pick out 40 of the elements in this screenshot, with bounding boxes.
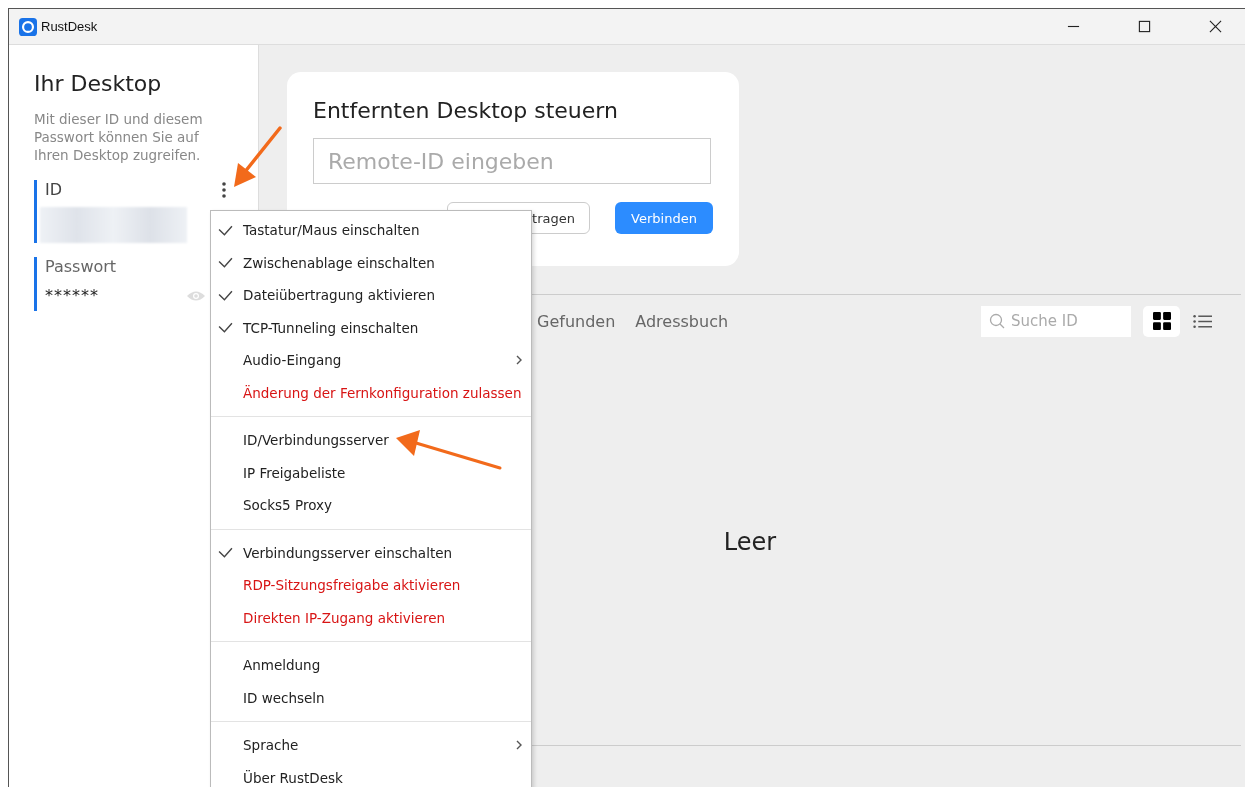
window-title: RustDesk (41, 19, 98, 34)
empty-state-text: Leer (723, 528, 777, 556)
remote-id-field[interactable]: Remote-ID eingeben (313, 138, 711, 184)
password-value: ****** (45, 286, 99, 305)
id-label: ID (45, 180, 63, 199)
menu-item[interactable]: Verbindungsserver einschalten (211, 536, 531, 569)
checkmark-icon (218, 257, 233, 269)
sidebar-description: Mit dieser ID und diesem Passwort können Sie auf Ihren Desktop zugreifen. (34, 110, 204, 164)
maximize-icon[interactable] (1138, 20, 1151, 33)
peer-tab[interactable]: Gefunden (529, 311, 624, 331)
grid-view-button[interactable] (1143, 305, 1180, 337)
peer-tab[interactable]: Adressbuch (627, 311, 737, 331)
menu-item[interactable]: Sprache (211, 729, 531, 762)
checkmark-icon (218, 547, 233, 559)
checkmark-icon (218, 322, 233, 334)
search-icon (989, 312, 1005, 329)
menu-item[interactable]: Dateiübertragung aktivieren (211, 279, 531, 312)
menu-item[interactable]: Audio-Eingang (211, 344, 531, 377)
menu-item[interactable]: Anmeldung (211, 649, 531, 682)
card-title: Entfernten Desktop steuern (313, 98, 619, 123)
menu-item[interactable]: Tastatur/Maus einschalten (211, 214, 531, 247)
sidebar-title: Ihr Desktop (34, 71, 163, 96)
chevron-right-icon (516, 355, 522, 366)
menu-item[interactable]: Über RustDesk (211, 761, 531, 787)
menu-item[interactable]: IP Freigabeliste (211, 456, 531, 489)
menu-item[interactable]: TCP-Tunneling einschalten (211, 311, 531, 344)
menu-item[interactable]: Socks5 Proxy (211, 489, 531, 522)
list-icon (1193, 313, 1212, 329)
search-field[interactable]: Suche ID (981, 305, 1131, 337)
checkmark-icon (218, 224, 233, 236)
checkmark-icon (218, 289, 233, 301)
menu-item[interactable]: ID/Verbindungsserver (211, 424, 531, 457)
app-logo-icon (19, 17, 37, 36)
password-label: Passwort (45, 257, 117, 276)
menu-item[interactable]: ID wechseln (211, 681, 531, 714)
grid-icon (1152, 312, 1171, 330)
menu-item[interactable]: Zwischenablage einschalten (211, 246, 531, 279)
close-icon[interactable] (1209, 20, 1222, 33)
chevron-right-icon (516, 740, 522, 751)
more-options-icon[interactable] (222, 181, 226, 198)
